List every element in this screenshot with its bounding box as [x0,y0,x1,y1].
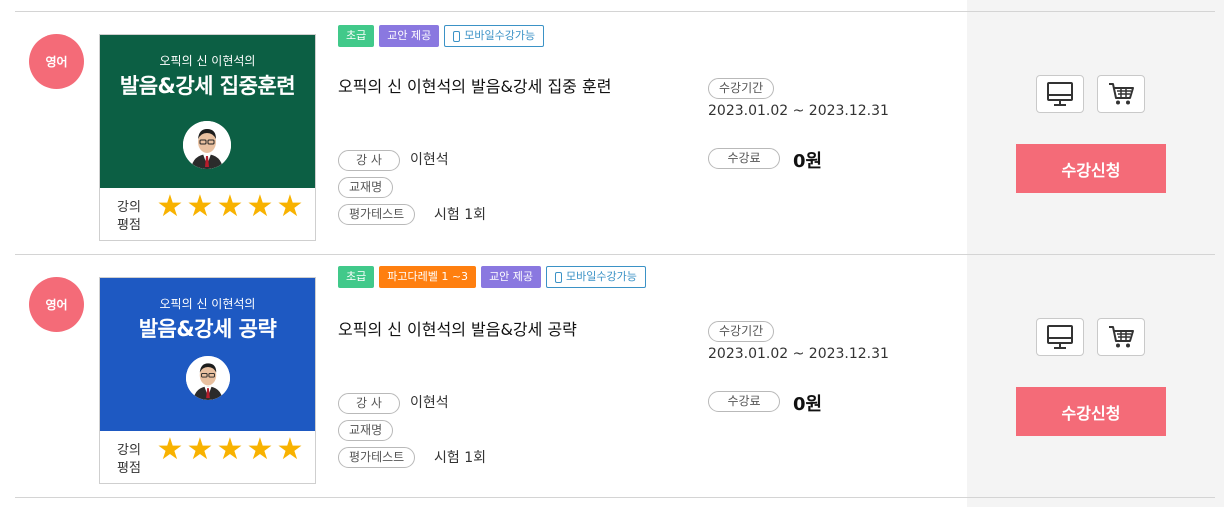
course-banner: 오픽의 신 이현석의 발음&강세 집중훈련 [100,35,315,188]
pc-view-button[interactable] [1036,318,1084,356]
pagoda-level-badge: 파고다레벨 1 ~3 [379,266,477,288]
course-row: 영어 오픽의 신 이현석의 발음&강세 공략 강의 평점 ★ ★ ★ ★ ★ 초… [0,255,1224,498]
star-icon: ★ [216,432,244,467]
course-thumbnail[interactable]: 오픽의 신 이현석의 발음&강세 공략 강의 평점 ★ ★ ★ ★ ★ [99,277,316,484]
period-label: 수강기간 [708,321,775,342]
course-badges: 초급 파고다레벨 1 ~3 교안 제공 모바일수강가능 [338,266,646,288]
mobile-badge-label: 모바일수강가능 [464,29,536,42]
banner-subtitle: 오픽의 신 이현석의 [159,54,256,68]
star-icon: ★ [156,432,184,467]
instructor-photo [186,356,230,400]
mobile-badge: 모바일수강가능 [444,25,545,47]
language-badge: 영어 [29,34,84,89]
instructor-label: 강 사 [338,150,400,171]
cart-icon [1109,83,1134,105]
star-icon: ★ [276,189,304,224]
course-title[interactable]: 오픽의 신 이현석의 발음&강세 집중 훈련 [338,73,611,97]
test-value: 시험 1회 [434,450,486,466]
textbook-label: 교재명 [338,177,394,198]
rating-label: 강의 평점 [117,200,141,233]
star-icon: ★ [276,432,304,467]
instructor-label: 강 사 [338,393,400,414]
material-badge: 교안 제공 [379,25,440,47]
course-thumbnail[interactable]: 오픽의 신 이현석의 발음&강세 집중훈련 강의 평점 ★ ★ ★ ★ ★ [99,34,316,241]
fee-value: 0원 [793,394,823,415]
textbook-label: 교재명 [338,420,394,441]
monitor-icon [1047,82,1073,106]
course-row: 영어 오픽의 신 이현석의 발음&강세 집중훈련 강의 평점 ★ ★ ★ ★ ★… [0,12,1224,255]
banner-subtitle: 오픽의 신 이현석의 [159,297,256,311]
rating-stars: ★ ★ ★ ★ ★ [156,432,304,467]
fee-label: 수강료 [708,148,780,169]
star-icon: ★ [216,189,244,224]
cart-button[interactable] [1097,75,1145,113]
instructor-name: 이현석 [410,152,449,168]
course-banner: 오픽의 신 이현석의 발음&강세 공략 [100,278,315,431]
star-icon: ★ [246,189,274,224]
cart-icon [1109,326,1134,348]
star-icon: ★ [186,189,214,224]
pc-view-button[interactable] [1036,75,1084,113]
enroll-button[interactable]: 수강신청 [1016,387,1166,436]
mobile-badge: 모바일수강가능 [546,266,646,288]
level-badge: 초급 [338,266,375,288]
star-icon: ★ [186,432,214,467]
language-badge: 영어 [29,277,84,332]
material-badge: 교안 제공 [481,266,542,288]
star-icon: ★ [246,432,274,467]
star-icon: ★ [156,189,184,224]
enroll-button[interactable]: 수강신청 [1016,144,1166,193]
cart-button[interactable] [1097,318,1145,356]
period-value: 2023.01.02 ~ 2023.12.31 [708,346,889,362]
test-label: 평가테스트 [338,447,416,468]
period-label: 수강기간 [708,78,775,99]
banner-title: 발음&강세 집중훈련 [119,74,296,98]
fee-label: 수강료 [708,391,780,412]
course-title[interactable]: 오픽의 신 이현석의 발음&강세 공략 [338,316,577,340]
test-value: 시험 1회 [434,207,486,223]
rating-stars: ★ ★ ★ ★ ★ [156,189,304,224]
period-value: 2023.01.02 ~ 2023.12.31 [708,103,889,119]
level-badge: 초급 [338,25,375,47]
test-label: 평가테스트 [338,204,416,225]
mobile-badge-label: 모바일수강가능 [566,270,637,283]
instructor-photo [183,121,231,169]
fee-value: 0원 [793,151,823,172]
course-badges: 초급 교안 제공 모바일수강가능 [338,25,545,47]
mobile-phone-icon [555,271,563,283]
rating-label: 강의 평점 [117,443,141,476]
monitor-icon [1047,325,1073,349]
banner-title: 발음&강세 공략 [138,317,277,341]
instructor-name: 이현석 [410,395,449,411]
mobile-phone-icon [453,30,461,42]
